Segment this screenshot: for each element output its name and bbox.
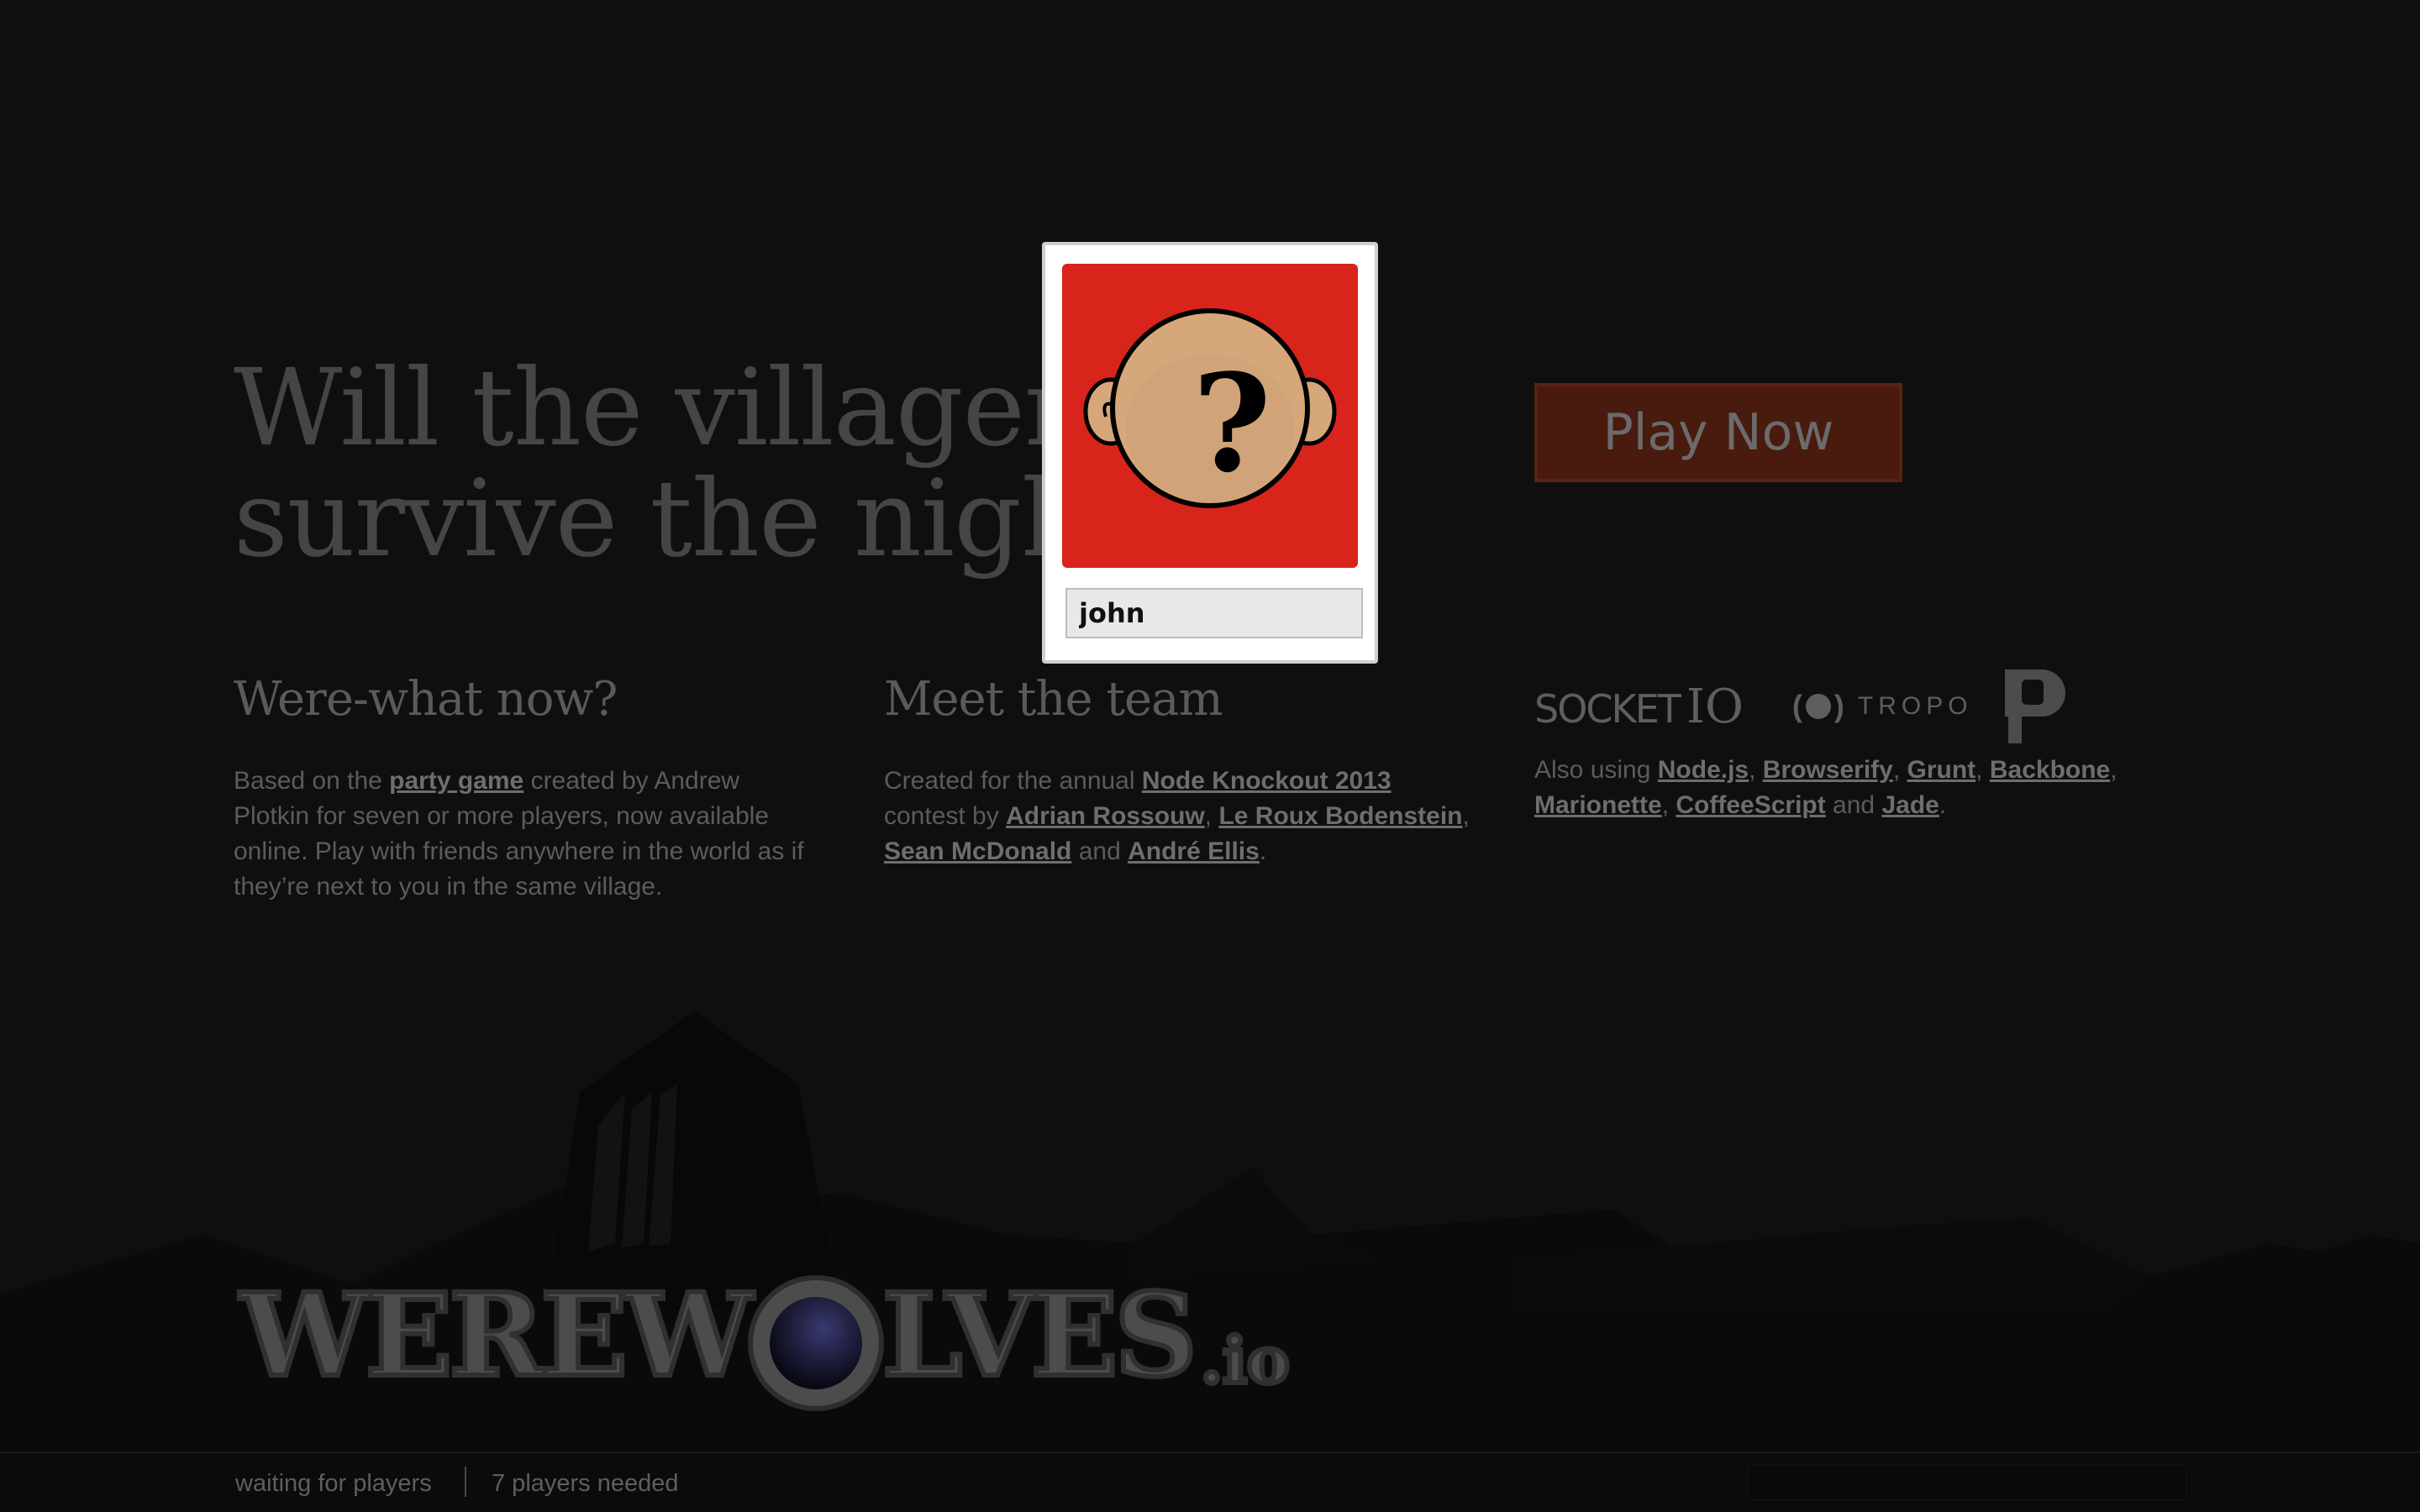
coffeescript-link[interactable]: CoffeeScript xyxy=(1676,791,1825,819)
grunt-link[interactable]: Grunt xyxy=(1907,756,1976,784)
tech-sep: , xyxy=(1975,756,1990,784)
party-game-link[interactable]: party game xyxy=(389,767,523,795)
player-card: ? xyxy=(1042,242,1378,664)
moon-icon xyxy=(752,1280,879,1406)
unknown-player-face-icon: ? xyxy=(1083,308,1337,508)
brand-text-1: WEREW xyxy=(238,1268,755,1403)
socketio-logo[interactable]: SOCKET IO xyxy=(1534,680,1744,734)
status-divider xyxy=(465,1467,466,1497)
tech-sep: , xyxy=(1892,756,1907,784)
team-sep: , xyxy=(1462,802,1470,830)
team-end: . xyxy=(1259,837,1267,865)
team-text-1: Created for the annual xyxy=(884,767,1142,795)
tech-sep: , xyxy=(2110,756,2118,784)
nodejs-link[interactable]: Node.js xyxy=(1658,756,1749,784)
svg-text:?: ? xyxy=(1192,344,1271,502)
p-logo-icon[interactable] xyxy=(2000,666,2067,747)
member-link-andre[interactable]: André Ellis xyxy=(1128,837,1260,865)
werewolves-logo[interactable]: WEREW LVES .io xyxy=(238,1268,1292,1406)
backbone-link[interactable]: Backbone xyxy=(1990,756,2110,784)
brand-tld: .io xyxy=(1198,1323,1292,1398)
team-section: Meet the team Created for the annual Nod… xyxy=(884,672,1472,869)
play-now-button[interactable]: Play Now xyxy=(1534,383,1902,482)
tech-text: Also using Node.js, Browserify, Grunt, B… xyxy=(1534,753,2173,823)
chat-input-slot[interactable] xyxy=(1748,1465,2186,1500)
socketio-logo-io: IO xyxy=(1686,679,1744,734)
about-heading: Were-what now? xyxy=(234,672,618,727)
players-needed-text: 7 players needed xyxy=(492,1470,679,1497)
tech-sep: , xyxy=(1661,791,1676,819)
game-state-text: waiting for players xyxy=(235,1470,432,1497)
marionette-link[interactable]: Marionette xyxy=(1534,791,1662,819)
player-avatar[interactable]: ? xyxy=(1062,264,1358,568)
node-knockout-link[interactable]: Node Knockout 2013 xyxy=(1142,767,1392,795)
about-section: Were-what now? Based on the party game c… xyxy=(234,672,822,905)
member-link-sean[interactable]: Sean McDonald xyxy=(884,837,1071,865)
tech-sep: , xyxy=(1749,756,1763,784)
member-link-adrian[interactable]: Adrian Rossouw xyxy=(1006,802,1205,830)
member-link-leroux[interactable]: Le Roux Bodenstein xyxy=(1218,802,1462,830)
tropo-logo[interactable]: () TROPO xyxy=(1792,689,1973,724)
browserify-link[interactable]: Browserify xyxy=(1763,756,1893,784)
tech-end: . xyxy=(1939,791,1947,819)
tech-text-1: Also using xyxy=(1534,756,1658,784)
tech-sep: and xyxy=(1825,791,1882,819)
tropo-logo-text: TROPO xyxy=(1857,692,1973,720)
about-text: Based on the party game created by Andre… xyxy=(234,764,822,905)
team-text: Created for the annual Node Knockout 201… xyxy=(884,764,1472,869)
tropo-icon: () xyxy=(1791,689,1844,723)
team-text-2: contest by xyxy=(884,802,1007,830)
brand-text-2: LVES xyxy=(880,1268,1200,1403)
jade-link[interactable]: Jade xyxy=(1881,791,1939,819)
tech-logos: SOCKET IO () TROPO xyxy=(1534,660,2173,753)
about-text-1: Based on the xyxy=(234,767,390,795)
tech-section: SOCKET IO () TROPO Also using Node.js, Br… xyxy=(1534,669,2173,823)
page: Will the villagers survive the night? Pl… xyxy=(0,0,2420,1512)
team-sep: and xyxy=(1071,837,1128,865)
status-bar: waiting for players 7 players needed xyxy=(0,1452,2420,1512)
socketio-logo-text: SOCKET xyxy=(1534,685,1681,732)
team-heading: Meet the team xyxy=(884,672,1223,727)
player-name-input[interactable] xyxy=(1065,588,1363,638)
team-sep: , xyxy=(1204,802,1219,830)
